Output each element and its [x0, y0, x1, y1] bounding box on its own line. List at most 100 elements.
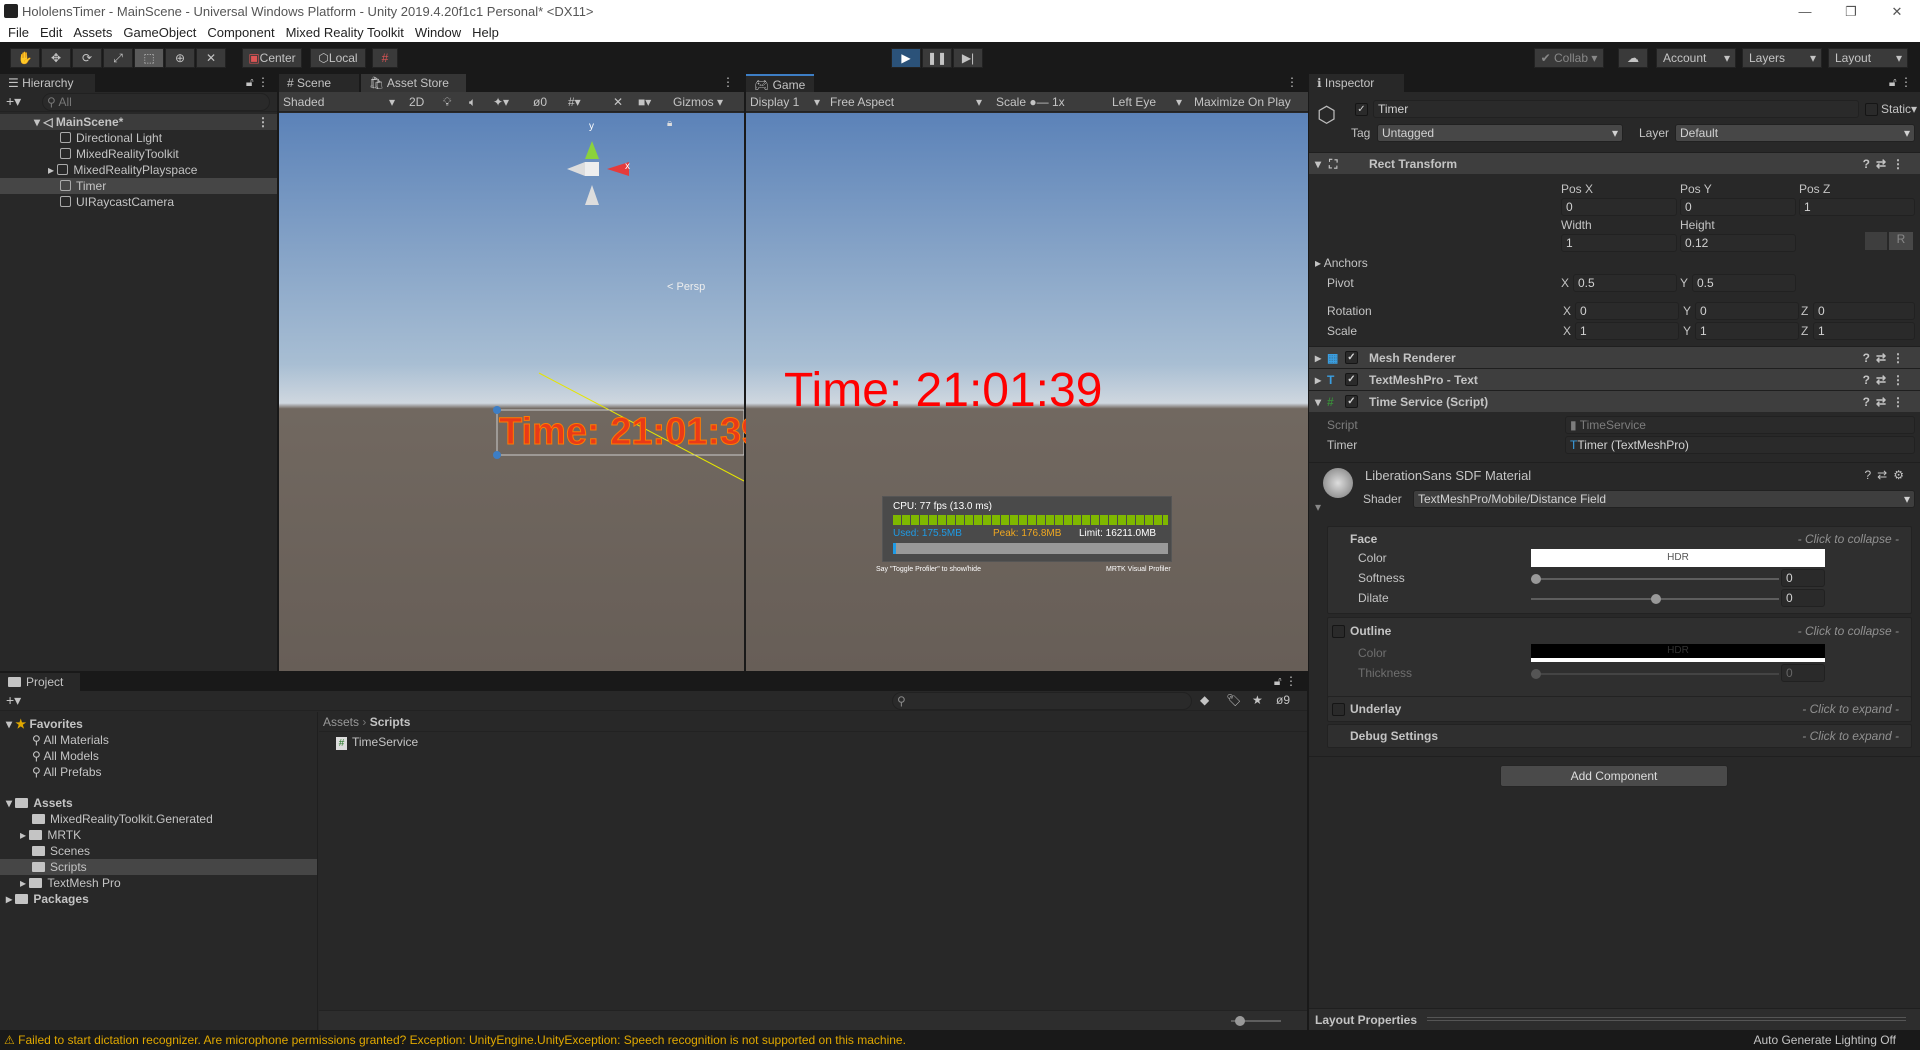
outline-collapse-hint[interactable]: - Click to collapse -	[1798, 624, 1899, 638]
gizmo-lock-icon[interactable]: 🔒︎	[667, 118, 672, 129]
minimize-button[interactable]: —	[1782, 0, 1828, 24]
cloud-icon[interactable]: ☁	[1618, 48, 1648, 68]
scale-y-field[interactable]: 1	[1695, 322, 1799, 340]
softness-slider[interactable]	[1531, 578, 1779, 580]
rotation-y-field[interactable]: 0	[1695, 302, 1799, 320]
folder-item[interactable]: Scenes	[0, 843, 317, 859]
hierarchy-item[interactable]: Directional Light	[0, 130, 277, 146]
project-lock-icon[interactable]: 🔓︎ ⋮	[1274, 674, 1297, 689]
folder-item-selected[interactable]: Scripts	[0, 859, 317, 875]
create-button[interactable]: +▾	[6, 93, 21, 110]
move-tool-icon[interactable]: ✥	[41, 48, 71, 68]
height-field[interactable]: 0.12	[1680, 234, 1796, 252]
layer-dropdown[interactable]: Default ▾	[1675, 124, 1915, 142]
packages-item[interactable]: ▸ Packages	[0, 891, 317, 907]
favorites-item[interactable]: ▾ ★ Favorites	[0, 716, 317, 732]
audio-icon[interactable]: 🔈︎	[465, 93, 480, 111]
hierarchy-item-selected[interactable]: Timer	[0, 178, 277, 194]
menu-gameobject[interactable]: GameObject	[123, 25, 196, 40]
folder-item[interactable]: MixedRealityToolkit.Generated	[0, 811, 317, 827]
menu-window[interactable]: Window	[415, 25, 461, 40]
component-enabled-checkbox[interactable]: ✓	[1345, 395, 1358, 408]
layers-dropdown[interactable]: Layers ▾	[1742, 48, 1822, 68]
component-enabled-checkbox[interactable]: ✓	[1345, 351, 1358, 364]
tab-scene[interactable]: # Scene	[279, 74, 359, 92]
face-title[interactable]: Face	[1350, 532, 1377, 546]
layout-dropdown[interactable]: Layout ▾	[1828, 48, 1908, 68]
shading-dropdown[interactable]: Shaded ▾	[279, 93, 399, 111]
pivot-y-field[interactable]: 0.5	[1692, 274, 1796, 292]
effects-icon[interactable]: ✦▾	[489, 93, 513, 111]
timer-field[interactable]: TTimer (TextMeshPro)	[1565, 436, 1915, 454]
hidden-objects-toggle[interactable]: ø0	[529, 93, 551, 111]
tools-icon[interactable]: ✕	[609, 93, 627, 111]
tab-asset-store[interactable]: 🛍︎ Asset Store	[361, 74, 466, 92]
tab-project[interactable]: Project	[0, 673, 80, 691]
tab-inspector[interactable]: ℹ Inspector	[1309, 74, 1404, 92]
display-dropdown[interactable]: Display 1 ▾	[746, 93, 824, 111]
inspector-lock-icon[interactable]: 🔓︎ ⋮	[1889, 75, 1912, 90]
hand-tool-icon[interactable]: ✋	[10, 48, 40, 68]
face-collapse-hint[interactable]: - Click to collapse -	[1798, 532, 1899, 546]
grid-icon[interactable]: #▾	[564, 93, 585, 111]
hierarchy-item[interactable]: MixedRealityToolkit	[0, 146, 277, 162]
auto-lighting-status[interactable]: Auto Generate Lighting Off	[1753, 1030, 1896, 1050]
rotation-x-field[interactable]: 0	[1575, 302, 1679, 320]
scene-root-item[interactable]: ▾ ◁ MainScene* ⋮	[0, 114, 277, 130]
folder-item[interactable]: ▸ TextMesh Pro	[0, 875, 317, 891]
menu-edit[interactable]: Edit	[40, 25, 62, 40]
debug-section[interactable]: Debug Settings - Click to expand -	[1327, 724, 1912, 748]
lock-icon[interactable]: 🔓︎ ⋮	[246, 75, 269, 90]
width-field[interactable]: 1	[1561, 234, 1677, 252]
step-button[interactable]: ▶|	[953, 48, 983, 68]
game-viewport[interactable]: Time: 21:01:39 CPU: 77 fps (13.0 ms) Use…	[746, 113, 1308, 671]
softness-field[interactable]: 0	[1781, 569, 1825, 587]
aspect-dropdown[interactable]: Free Aspect ▾	[826, 93, 986, 111]
folder-item[interactable]: ▸ MRTK	[0, 827, 317, 843]
component-enabled-checkbox[interactable]: ✓	[1345, 373, 1358, 386]
assets-item[interactable]: ▾ Assets	[0, 795, 317, 811]
icon-size-handle[interactable]	[1235, 1016, 1245, 1026]
posz-field[interactable]: 1	[1799, 198, 1915, 216]
thickness-field[interactable]: 0	[1781, 664, 1825, 682]
scale-z-field[interactable]: 1	[1813, 322, 1915, 340]
menu-assets[interactable]: Assets	[73, 25, 112, 40]
rect-tool-icon[interactable]: ⬚	[134, 48, 164, 68]
status-bar[interactable]: ⚠ Failed to start dictation recognizer. …	[0, 1030, 1920, 1050]
eye-dropdown[interactable]: Left Eye ▾	[1108, 93, 1186, 111]
static-dropdown[interactable]: Static▾	[1881, 102, 1917, 116]
scene-viewport[interactable]: y x 🔒︎ < Persp Time: 21:01:39	[279, 113, 763, 671]
gizmos-dropdown[interactable]: Gizmos ▾	[669, 93, 727, 111]
pause-button[interactable]: ❚❚	[922, 48, 952, 68]
thickness-slider[interactable]	[1531, 673, 1779, 675]
component-menu-icons[interactable]: ?⇄⋮	[1863, 153, 1910, 175]
anchors-foldout[interactable]: ▸ Anchors	[1315, 256, 1368, 270]
2d-toggle[interactable]: 2D	[405, 93, 428, 111]
account-dropdown[interactable]: Account ▾	[1656, 48, 1736, 68]
maximize-button[interactable]: ❐	[1828, 0, 1874, 24]
favorite-item[interactable]: ⚲ All Models	[0, 748, 317, 764]
underlay-section[interactable]: Underlay - Click to expand -	[1327, 696, 1912, 722]
project-search-input[interactable]: ⚲	[892, 692, 1192, 710]
hierarchy-item[interactable]: ▸ MixedRealityPlayspace	[0, 162, 277, 178]
time-service-header[interactable]: ▾ # ✓ Time Service (Script) ?⇄⋮	[1309, 390, 1920, 412]
transform-tool-icon[interactable]: ⊕	[165, 48, 195, 68]
outline-checkbox[interactable]	[1332, 625, 1345, 638]
rect-transform-header[interactable]: ▾ ⛶ Rect Transform ?⇄⋮	[1309, 152, 1920, 174]
dilate-field[interactable]: 0	[1781, 589, 1825, 607]
custom-tool-icon[interactable]: ✕	[196, 48, 226, 68]
favorite-item[interactable]: ⚲ All Prefabs	[0, 764, 317, 780]
shader-dropdown[interactable]: TextMeshPro/Mobile/Distance Field ▾	[1413, 490, 1915, 508]
scale-x-field[interactable]: 1	[1575, 322, 1679, 340]
lighting-icon[interactable]: 💡︎	[439, 93, 455, 111]
close-button[interactable]: ✕	[1874, 0, 1920, 24]
collab-dropdown[interactable]: ✔ Collab ▾	[1534, 48, 1604, 68]
blueprint-mode-button[interactable]	[1865, 232, 1887, 250]
mesh-renderer-header[interactable]: ▸ ▦ ✓ Mesh Renderer ?⇄⋮	[1309, 346, 1920, 368]
scale-tool-icon[interactable]: ⤢	[103, 48, 133, 68]
add-component-button[interactable]: Add Component	[1500, 765, 1728, 787]
dilate-slider-handle[interactable]	[1651, 594, 1661, 604]
face-color-swatch[interactable]: HDR	[1531, 549, 1825, 567]
maximize-on-play-toggle[interactable]: Maximize On Play	[1190, 93, 1295, 111]
tab-game[interactable]: 🎮︎ Game	[746, 74, 814, 92]
